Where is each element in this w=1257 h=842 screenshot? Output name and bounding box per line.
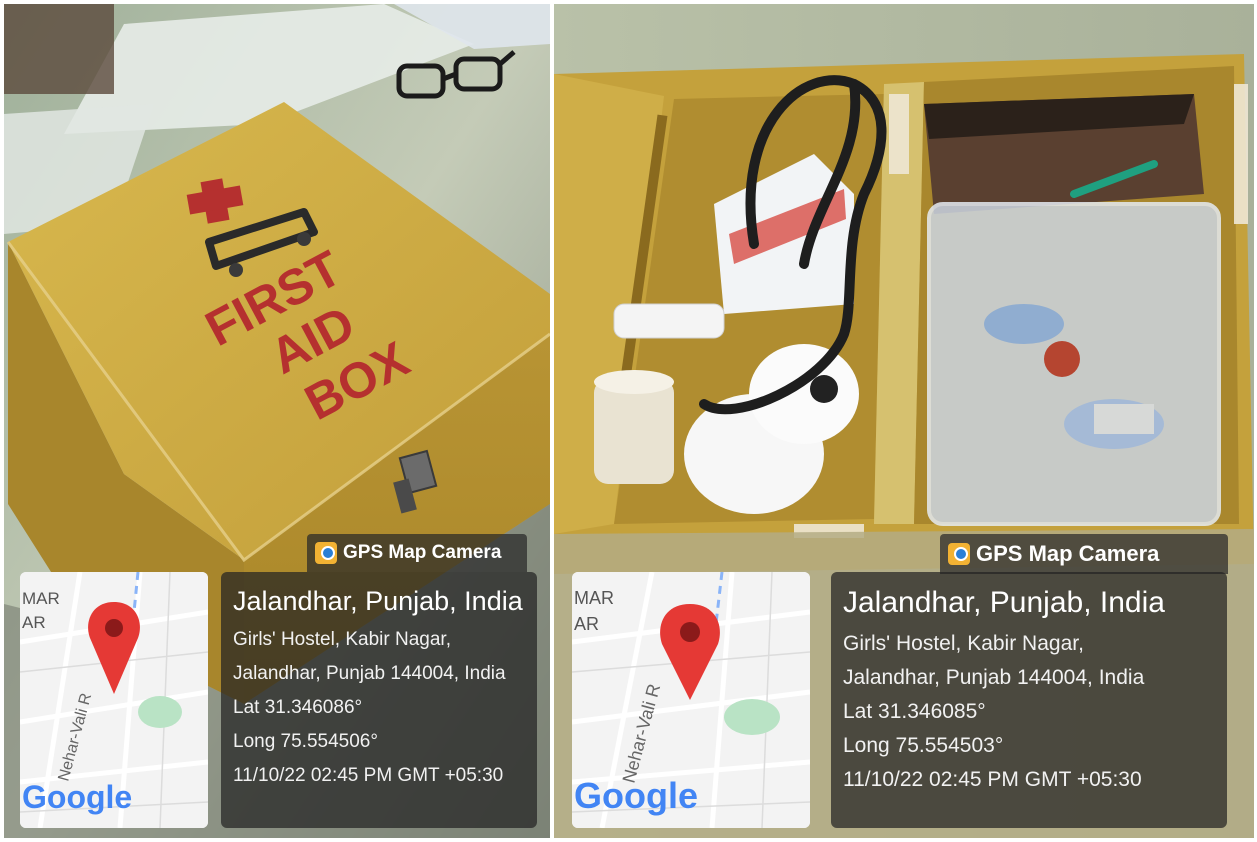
location-info-card-2: Jalandhar, Punjab, India Girls' Hostel, …	[831, 572, 1227, 828]
timestamp: 11/10/22 02:45 PM GMT +05:30	[843, 768, 1142, 791]
location-title: Jalandhar, Punjab, India	[843, 586, 1165, 619]
latitude: Lat 31.346085°	[843, 700, 986, 723]
location-info-card: Jalandhar, Punjab, India Girls' Hostel, …	[221, 572, 537, 828]
gps-camera-icon	[315, 542, 337, 564]
location-title: Jalandhar, Punjab, India	[233, 586, 523, 616]
google-logo: Google	[22, 779, 132, 815]
gps-camera-label: GPS Map Camera	[343, 542, 502, 563]
map-streets: MAR AR Nehar-Vali R Google	[20, 572, 208, 828]
location-map-2: MAR AR Nehar-Vali R Google	[572, 572, 810, 828]
stethoscope-chestpiece	[810, 375, 838, 403]
address-line-1: Girls' Hostel, Kabir Nagar,	[233, 629, 451, 650]
timestamp: 11/10/22 02:45 PM GMT +05:30	[233, 765, 504, 786]
map-area-label: MAR	[574, 588, 614, 608]
park-area	[724, 699, 780, 735]
longitude: Long 75.554506°	[233, 731, 378, 752]
gps-camera-label: GPS Map Camera	[976, 541, 1160, 566]
chair	[4, 4, 114, 94]
photo-open-first-aid-box: GPS Map Camera MAR AR Nehar-Vali R Googl…	[554, 4, 1254, 838]
photo-closed-first-aid-box: FIRST AID BOX GPS Map Camera MAR AR Neha…	[4, 4, 550, 838]
address-line-1: Girls' Hostel, Kabir Nagar,	[843, 632, 1084, 655]
gps-camera-icon	[948, 543, 970, 565]
map-area-label: MAR	[22, 589, 60, 608]
ointment-tube	[613, 303, 725, 339]
longitude: Long 75.554503°	[843, 734, 1004, 757]
map-area-label-2: AR	[22, 613, 46, 632]
address-line-2: Jalandhar, Punjab 144004, India	[233, 663, 506, 684]
park-area	[138, 696, 182, 728]
latitude: Lat 31.346086°	[233, 697, 363, 718]
location-map: MAR AR Nehar-Vali R Google	[20, 572, 208, 828]
map-area-label-2: AR	[574, 614, 599, 634]
gps-camera-tag: GPS Map Camera	[307, 534, 527, 572]
address-line-2: Jalandhar, Punjab 144004, India	[843, 666, 1145, 689]
gps-camera-tag-2: GPS Map Camera	[940, 534, 1228, 574]
map-streets: MAR AR Nehar-Vali R Google	[572, 572, 810, 828]
google-logo: Google	[574, 775, 698, 816]
gauze-roll	[594, 379, 674, 484]
container-sticker	[1044, 341, 1080, 377]
